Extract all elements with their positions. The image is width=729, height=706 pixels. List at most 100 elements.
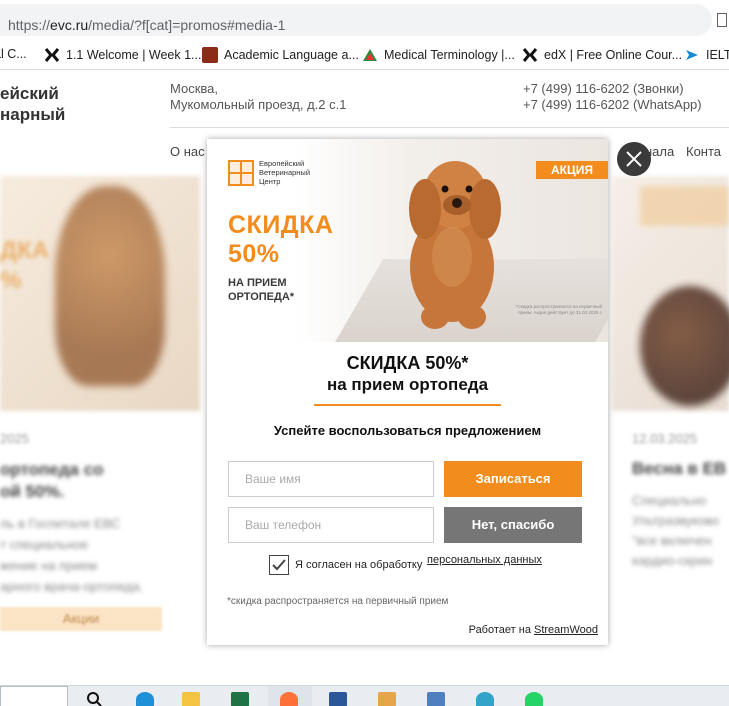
- promo-card-title[interactable]: ортопеда со ой 50%.: [0, 459, 104, 503]
- academic-icon: [202, 47, 218, 63]
- site-brand[interactable]: ейский нарный: [0, 83, 65, 125]
- header-divider: [170, 127, 729, 128]
- personal-data-link[interactable]: персональных данных: [427, 554, 542, 566]
- app-icon[interactable]: [427, 692, 445, 706]
- media-icon[interactable]: [378, 692, 396, 706]
- search-icon[interactable]: [86, 691, 102, 706]
- edge-chromium-icon[interactable]: [476, 692, 494, 706]
- logo-line: Европейский: [259, 159, 305, 168]
- bookmark-label: Academic Language a...: [224, 48, 359, 62]
- whatsapp-icon[interactable]: [525, 692, 543, 706]
- site-phones: +7 (499) 116-6202 (Звонки) +7 (499) 116-6…: [523, 81, 702, 113]
- promo-line: 50%: [228, 240, 280, 268]
- brand-line: ейский: [0, 84, 59, 103]
- taskbar-search-box[interactable]: [0, 686, 68, 706]
- bookmark-item[interactable]: IELTS: [684, 47, 729, 63]
- phone-whatsapp[interactable]: +7 (499) 116-6202 (WhatsApp): [523, 97, 702, 113]
- signup-button[interactable]: Записаться: [444, 461, 582, 497]
- checkmark-icon: [272, 559, 286, 571]
- promo-card-banner: [640, 186, 729, 226]
- promo-line: ДКА: [0, 237, 50, 264]
- url-field[interactable]: https://evc.ru/media/?f[cat]=promos#medi…: [0, 4, 712, 36]
- brand-line: нарный: [0, 105, 66, 124]
- excel-icon[interactable]: [231, 692, 249, 706]
- promo-card-desc: ль в Госпитале ЕВС т специальное жение на …: [0, 513, 143, 597]
- url-text[interactable]: https://evc.ru/media/?f[cat]=promos#medi…: [8, 17, 285, 33]
- banner-footnote: *Скидка распространяется на первичный пр…: [515, 304, 602, 315]
- promo-card-promo: ДКА%: [0, 236, 49, 296]
- address-line: Мукомольный проезд, д.2 с.1: [170, 97, 347, 112]
- evc-logo-icon: [228, 160, 254, 186]
- promo-card-date: 12.03.2025: [632, 431, 698, 446]
- site-address: Москва, Мукомольный проезд, д.2 с.1: [170, 81, 346, 113]
- tag-label: Акции: [62, 611, 100, 626]
- decline-button[interactable]: Нет, спасибо: [444, 507, 582, 543]
- desc-line: арного врача-ортопеда.: [0, 579, 144, 594]
- word-icon[interactable]: [329, 692, 347, 706]
- promo-card-date: 2025: [0, 431, 29, 446]
- bookmark-item[interactable]: 1.1 Welcome | Week 1...: [44, 47, 201, 63]
- popup-headline: СКИДКА 50%* на прием ортопеда: [207, 353, 608, 395]
- promo-card-desc: Специально Ультразвуково "все включен карди…: [632, 491, 719, 571]
- bookmark-item[interactable]: Medical Terminology |...: [362, 47, 515, 63]
- headline-divider: [314, 404, 501, 406]
- address-bar: https://evc.ru/media/?f[cat]=promos#medi…: [0, 0, 729, 40]
- promo-line: %: [0, 267, 22, 294]
- logo-text: Европейский Ветеринарный Центр: [259, 159, 310, 186]
- title-line: ортопеда со: [0, 460, 104, 479]
- desc-line: Ультразвуково: [632, 513, 720, 528]
- promo-card-tag[interactable]: Акции: [0, 607, 162, 631]
- reader-icon[interactable]: [717, 13, 727, 27]
- banner-promo: СКИДКА 50%: [228, 211, 333, 269]
- desc-line: Специально: [632, 493, 707, 508]
- bookmarks-bar: al C... 1.1 Welcome | Week 1... Academic…: [0, 40, 729, 70]
- bookmark-item[interactable]: Academic Language a...: [202, 47, 359, 63]
- phone-calls[interactable]: +7 (499) 116-6202 (Звонки): [523, 81, 702, 97]
- desc-line: кардио-скрин: [632, 553, 713, 568]
- nav-item-about[interactable]: О нас: [170, 144, 205, 159]
- close-popup-button[interactable]: [617, 142, 651, 176]
- promo-sub-line: НА ПРИЕМ: [228, 277, 287, 289]
- file-explorer-icon[interactable]: [182, 692, 200, 706]
- phone-input[interactable]: [228, 507, 434, 543]
- headline-line: на прием ортопеда: [326, 375, 489, 394]
- promo-popup: Европейский Ветеринарный Центр СКИДКА 50% Н…: [207, 139, 608, 645]
- bookmark-label: IELTS: [706, 48, 729, 62]
- edge-icon[interactable]: [136, 692, 154, 706]
- logo-line: Центр: [259, 177, 281, 186]
- promo-badge: АКЦИЯ: [536, 161, 608, 179]
- x-icon: [44, 47, 60, 63]
- bookmark-item[interactable]: al C...: [0, 47, 27, 61]
- consent-label[interactable]: Я согласен на обработку: [295, 559, 422, 571]
- consent-checkbox[interactable]: [269, 555, 289, 575]
- url-prefix: https://: [8, 17, 51, 33]
- promo-sub-line: ОРТОПЕДА*: [228, 291, 295, 303]
- discount-note: *скидка распространяется на первичный пр…: [227, 596, 449, 607]
- promo-banner: Европейский Ветеринарный Центр СКИДКА 50% Н…: [207, 139, 608, 342]
- bookmark-label: Medical Terminology |...: [384, 48, 515, 62]
- promo-line: СКИДКА: [228, 211, 334, 239]
- firefox-icon[interactable]: [280, 692, 298, 706]
- dog-image: [55, 186, 165, 386]
- desc-line: т специальное: [0, 537, 89, 552]
- name-input[interactable]: [228, 461, 434, 497]
- promo-card-title[interactable]: Весна в ЕВ: [632, 459, 726, 479]
- desc-line: ль в Госпитале ЕВС: [0, 516, 121, 531]
- powered-by: Работает на StreamWood: [469, 624, 598, 636]
- streamwood-link[interactable]: StreamWood: [534, 624, 598, 636]
- dog-image: [640, 286, 729, 406]
- triangle-icon: [362, 47, 378, 63]
- bookmark-label: al C...: [0, 47, 27, 61]
- bookmark-label: edX | Free Online Cour...: [544, 48, 683, 62]
- x-icon: [522, 47, 538, 63]
- close-icon: [626, 151, 642, 167]
- banner-promo-sub: НА ПРИЕМ ОРТОПЕДА*: [228, 276, 294, 304]
- popup-subheadline: Успейте воспользоваться предложением: [273, 423, 542, 438]
- powered-prefix: Работает на: [468, 624, 531, 636]
- bookmark-item[interactable]: edX | Free Online Cour...: [522, 47, 682, 63]
- desc-line: жение на прием: [0, 558, 97, 573]
- screen: https://evc.ru/media/?f[cat]=promos#medi…: [0, 0, 729, 706]
- dog-image: [409, 161, 501, 329]
- nav-item-contacts[interactable]: Конта: [686, 144, 721, 159]
- bookmark-label: 1.1 Welcome | Week 1...: [66, 48, 202, 62]
